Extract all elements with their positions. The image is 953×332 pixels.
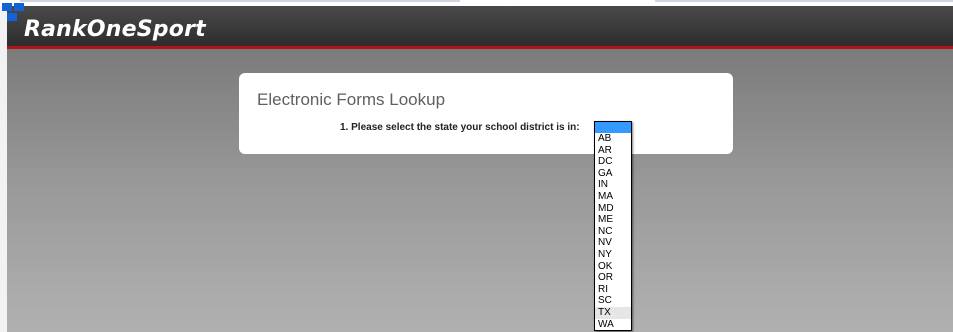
state-option[interactable]: MA [595, 190, 631, 203]
top-strip-segment [20, 0, 460, 2]
card-title: Electronic Forms Lookup [257, 90, 446, 109]
state-option[interactable]: TX [595, 306, 631, 319]
state-option[interactable]: NC [595, 225, 631, 238]
logo-mark-icon[interactable] [0, 0, 30, 30]
state-option[interactable]: IN [595, 179, 631, 191]
state-option[interactable]: OR [595, 272, 631, 284]
state-option[interactable]: MD [595, 202, 631, 215]
state-prompt-label: 1. Please select the state your school d… [340, 122, 580, 133]
state-option[interactable]: RI [595, 283, 631, 296]
selected-blank-option[interactable] [595, 122, 631, 133]
state-select-dropdown[interactable]: AB AR DC GA IN MA MD ME NC NV NY OK OR RI SC TX WA [594, 121, 632, 331]
state-option[interactable]: DC [595, 156, 631, 168]
state-option[interactable]: GA [595, 167, 631, 180]
site-header: RankOneSport [7, 6, 953, 47]
forms-lookup-card: Electronic Forms Lookup 1. Please select… [239, 73, 733, 154]
state-option[interactable]: NY [595, 248, 631, 261]
top-strip-segment [655, 0, 953, 2]
state-option[interactable]: ME [595, 214, 631, 226]
state-option[interactable]: OK [595, 260, 631, 273]
state-option[interactable]: WA [595, 318, 631, 330]
state-option[interactable]: NV [595, 237, 631, 249]
state-option[interactable]: SC [595, 295, 631, 307]
logo-text[interactable]: RankOneSport [24, 17, 206, 42]
state-option[interactable]: AR [595, 144, 631, 157]
state-option[interactable]: AB [595, 133, 631, 145]
